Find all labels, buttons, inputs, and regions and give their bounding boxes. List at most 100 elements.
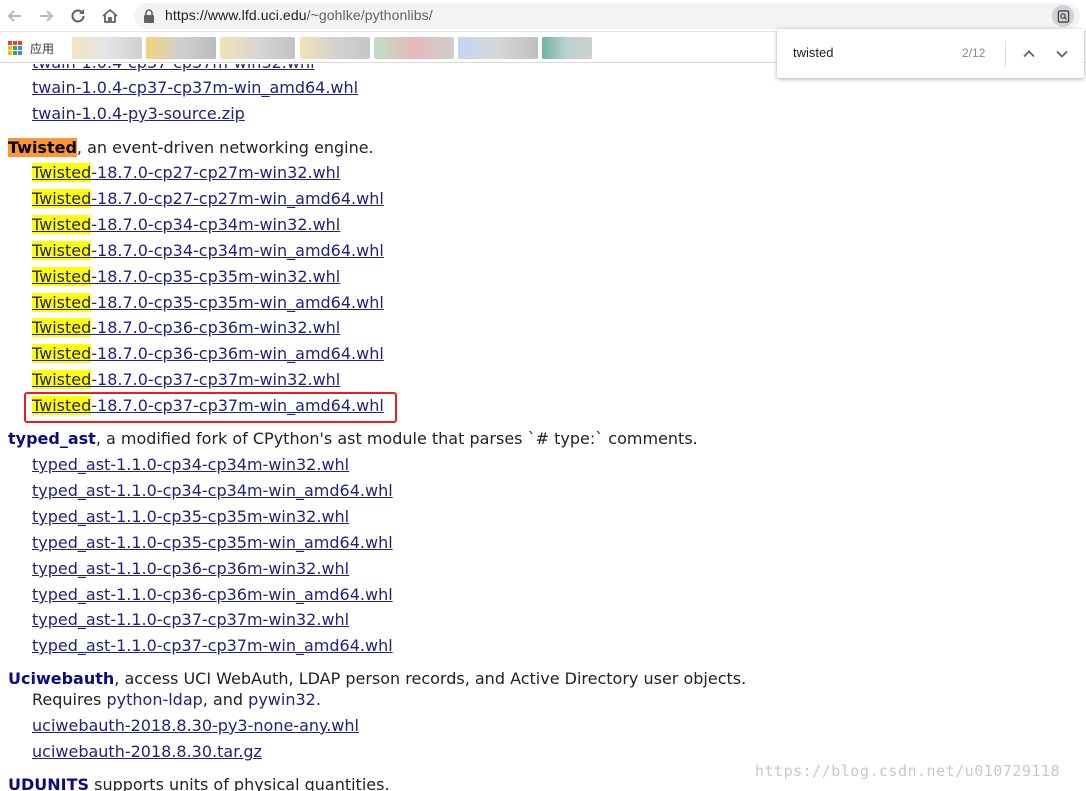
bookmark-item-blurred[interactable]: [374, 37, 454, 59]
package-link[interactable]: typed_ast-1.1.0-cp34-cp34m-win32.whl: [32, 455, 349, 474]
link-filename-rest: -18.7.0-cp27-cp27m-win32.whl: [91, 163, 341, 182]
find-match-highlight: Twisted: [32, 163, 92, 182]
annotation-highlight-box: [24, 392, 397, 423]
package-link[interactable]: typed_ast-1.1.0-cp34-cp34m-win_amd64.whl: [32, 481, 393, 500]
package-heading-udunits: UDUNITS supports units of physical quant…: [8, 774, 390, 791]
package-link[interactable]: typed_ast-1.1.0-cp36-cp36m-win_amd64.whl: [32, 585, 393, 604]
list-item: Twisted-18.7.0-cp34-cp34m-win32.whl: [32, 214, 340, 236]
find-next-button[interactable]: [1050, 42, 1074, 66]
list-item: Twisted-18.7.0-cp35-cp35m-win32.whl: [32, 266, 340, 288]
forward-button[interactable]: [34, 4, 58, 28]
url-host: https://www.lfd.uci.edu: [165, 7, 307, 23]
package-name[interactable]: UDUNITS: [8, 775, 89, 791]
back-button[interactable]: [3, 4, 27, 28]
list-item: Twisted-18.7.0-cp36-cp36m-win32.whl: [32, 317, 340, 339]
package-description: , a modified fork of CPython's ast modul…: [95, 429, 698, 448]
bookmark-item-blurred[interactable]: [146, 37, 216, 59]
requires-suffix: .: [315, 690, 321, 709]
link-filename-rest: -18.7.0-cp34-cp34m-win_amd64.whl: [91, 241, 384, 260]
package-link[interactable]: typed_ast-1.1.0-cp35-cp35m-win32.whl: [32, 507, 349, 526]
find-match-count: 2/12: [962, 46, 986, 60]
list-item: uciwebauth-2018.8.30-py3-none-any.whl: [32, 715, 359, 737]
bookmark-item-blurred[interactable]: [220, 37, 295, 59]
requires-prefix: Requires: [32, 690, 107, 709]
find-match-highlight: Twisted: [32, 370, 92, 389]
twisted-wheel-link[interactable]: Twisted-18.7.0-cp34-cp34m-win_amd64.whl: [32, 241, 384, 260]
apps-grid-icon[interactable]: [8, 41, 22, 55]
reload-button[interactable]: [66, 4, 90, 28]
watermark: https://blog.csdn.net/u010729118: [755, 762, 1060, 780]
home-button[interactable]: [98, 4, 122, 28]
requires-line: Requires python-ldap, and pywin32.: [32, 689, 321, 711]
list-item: typed_ast-1.1.0-cp36-cp36m-win32.whl: [32, 558, 349, 580]
package-description: , access UCI WebAuth, LDAP person record…: [114, 669, 747, 688]
reload-icon: [71, 9, 85, 23]
list-item: typed_ast-1.1.0-cp34-cp34m-win32.whl: [32, 454, 349, 476]
bookmark-item-blurred[interactable]: [458, 37, 538, 59]
link-filename-rest: -18.7.0-cp34-cp34m-win32.whl: [91, 215, 341, 234]
list-item: typed_ast-1.1.0-cp34-cp34m-win_amd64.whl: [32, 480, 393, 502]
find-match-highlight: Twisted: [32, 344, 92, 363]
package-heading-typed-ast: typed_ast, a modified fork of CPython's …: [8, 428, 698, 450]
package-link[interactable]: uciwebauth-2018.8.30-py3-none-any.whl: [32, 716, 359, 735]
list-item: typed_ast-1.1.0-cp35-cp35m-win32.whl: [32, 506, 349, 528]
link-filename-rest: -18.7.0-cp36-cp36m-win_amd64.whl: [91, 344, 384, 363]
home-icon: [102, 8, 118, 23]
package-link[interactable]: twain-1.0.4-cp37-cp37m-win_amd64.whl: [32, 78, 358, 97]
requires-mid: , and: [202, 690, 249, 709]
package-name[interactable]: typed_ast: [8, 429, 96, 448]
package-link[interactable]: typed_ast-1.1.0-cp36-cp36m-win32.whl: [32, 559, 349, 578]
find-input[interactable]: twisted: [793, 45, 833, 60]
find-match-highlight: Twisted: [32, 215, 92, 234]
list-item: Twisted-18.7.0-cp34-cp34m-win_amd64.whl: [32, 240, 384, 262]
dependency-link[interactable]: python-ldap: [106, 690, 202, 709]
find-previous-button[interactable]: [1017, 42, 1041, 66]
link-filename-rest: -18.7.0-cp27-cp27m-win_amd64.whl: [91, 189, 384, 208]
chevron-down-icon: [1056, 50, 1068, 58]
package-heading-uciwebauth: Uciwebauth, access UCI WebAuth, LDAP per…: [8, 668, 746, 690]
package-description: supports units of physical quantities.: [89, 775, 390, 791]
list-item: typed_ast-1.1.0-cp37-cp37m-win32.whl: [32, 609, 349, 631]
package-link[interactable]: typed_ast-1.1.0-cp37-cp37m-win32.whl: [32, 610, 349, 629]
twisted-wheel-link[interactable]: Twisted-18.7.0-cp36-cp36m-win32.whl: [32, 318, 340, 337]
lock-icon: [144, 9, 154, 23]
twisted-wheel-link[interactable]: Twisted-18.7.0-cp27-cp27m-win_amd64.whl: [32, 189, 384, 208]
find-match-highlight: Twisted: [32, 293, 92, 312]
apps-label[interactable]: 应用: [30, 40, 54, 57]
find-match-highlight: Twisted: [32, 189, 92, 208]
find-magnifier-icon: [1057, 9, 1069, 23]
twisted-wheel-link[interactable]: Twisted-18.7.0-cp36-cp36m-win_amd64.whl: [32, 344, 384, 363]
find-divider: [1005, 41, 1006, 66]
package-link[interactable]: twain-1.0.4-cp37-cp37m-win32.whl: [32, 64, 315, 72]
back-arrow-icon: [7, 10, 21, 22]
bookmark-item-blurred[interactable]: [300, 37, 370, 59]
link-filename-rest: -18.7.0-cp36-cp36m-win32.whl: [91, 318, 341, 337]
package-heading-twisted: Twisted, an event-driven networking engi…: [8, 137, 374, 159]
find-match-highlight: Twisted: [32, 318, 92, 337]
twisted-wheel-link[interactable]: Twisted-18.7.0-cp34-cp34m-win32.whl: [32, 215, 340, 234]
package-link[interactable]: typed_ast-1.1.0-cp37-cp37m-win_amd64.whl: [32, 636, 393, 655]
bookmark-item-blurred[interactable]: [542, 37, 592, 59]
bookmark-item-blurred[interactable]: [72, 37, 142, 59]
list-item: typed_ast-1.1.0-cp37-cp37m-win_amd64.whl: [32, 635, 393, 657]
list-item: Twisted-18.7.0-cp27-cp27m-win32.whl: [32, 162, 340, 184]
package-link[interactable]: typed_ast-1.1.0-cp35-cp35m-win_amd64.whl: [32, 533, 393, 552]
twisted-wheel-link[interactable]: Twisted-18.7.0-cp35-cp35m-win_amd64.whl: [32, 293, 384, 312]
address-bar[interactable]: https://www.lfd.uci.edu/~gohlke/pythonli…: [134, 3, 1080, 29]
package-link[interactable]: uciwebauth-2018.8.30.tar.gz: [32, 742, 262, 761]
find-indicator-button[interactable]: [1052, 5, 1074, 27]
twisted-wheel-link[interactable]: Twisted-18.7.0-cp27-cp27m-win32.whl: [32, 163, 340, 182]
list-item: typed_ast-1.1.0-cp35-cp35m-win_amd64.whl: [32, 532, 393, 554]
forward-arrow-icon: [40, 10, 54, 22]
list-item: typed_ast-1.1.0-cp36-cp36m-win_amd64.whl: [32, 584, 393, 606]
page-content: twain-1.0.4-cp37-cp37m-win32.whl twain-1…: [0, 64, 1086, 791]
url-path: /~gohlke/pythonlibs/: [306, 7, 433, 23]
twisted-wheel-link[interactable]: Twisted-18.7.0-cp37-cp37m-win32.whl: [32, 370, 340, 389]
package-name[interactable]: Uciwebauth: [8, 669, 114, 688]
package-link[interactable]: twain-1.0.4-py3-source.zip: [32, 104, 245, 123]
list-item: Twisted-18.7.0-cp36-cp36m-win_amd64.whl: [32, 343, 384, 365]
twisted-wheel-link[interactable]: Twisted-18.7.0-cp35-cp35m-win32.whl: [32, 267, 340, 286]
url-text: https://www.lfd.uci.edu/~gohlke/pythonli…: [165, 7, 433, 23]
link-filename-rest: -18.7.0-cp35-cp35m-win_amd64.whl: [91, 293, 384, 312]
dependency-link[interactable]: pywin32: [248, 690, 316, 709]
